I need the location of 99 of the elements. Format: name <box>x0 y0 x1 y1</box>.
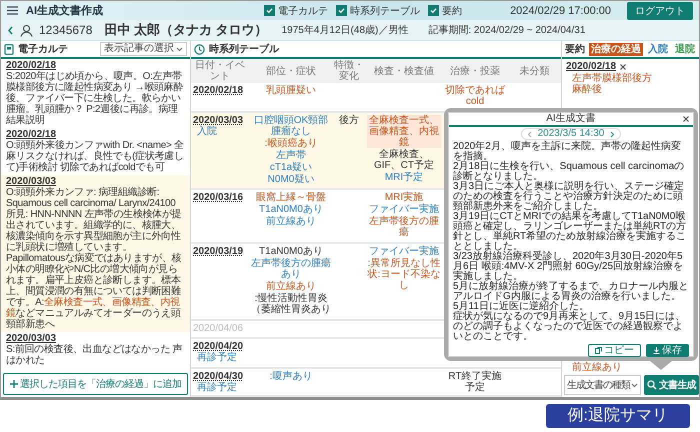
summary-item: 前立線あり <box>572 362 622 373</box>
row-date: 2020/04/30 <box>193 371 244 382</box>
chart-record-icon <box>4 44 14 54</box>
remove-button[interactable] <box>620 64 626 70</box>
entry-date: 2020/02/18 <box>6 129 58 140</box>
event-label: 再診予定 <box>196 382 237 394</box>
plus-icon <box>10 380 18 388</box>
checkbox-label: 要約 <box>442 4 462 18</box>
panel-title: 時系列テーブル <box>209 42 279 56</box>
panel-title: 電子カルテ <box>18 42 68 56</box>
patient-id: 12345678 <box>39 23 92 37</box>
menu-icon[interactable] <box>7 6 18 15</box>
column-header: 日付・イベント <box>194 60 246 82</box>
checkbox[interactable] <box>428 5 440 16</box>
entry-text: O:頭頸外来後カンファwith Dr. <name> 全麻リスクなければ、良性でも(症状考慮して)手術検討 切除であればcoldでも可 <box>6 140 185 173</box>
row-date: 2020/03/16 <box>193 192 244 204</box>
panel-title: 要約 <box>565 42 585 56</box>
finding-text: T1aN0M0あり <box>259 204 323 216</box>
chevron-down-icon <box>631 382 638 388</box>
generate-button[interactable]: 文書生成 <box>644 375 699 395</box>
finding-text: 左声帯 <box>276 150 306 161</box>
column-header: 検査・検査値 <box>373 66 435 76</box>
event-label: 入院 <box>196 126 217 137</box>
copy-icon <box>595 347 602 354</box>
caption-label: 例:退院サマリ <box>546 404 690 428</box>
finding-text: MRI実施 <box>384 192 424 204</box>
row-date: 2020/03/03 <box>193 114 244 126</box>
finding-text: 左声帯後方の腫瘍あり <box>251 258 331 280</box>
summary-tab[interactable]: 治療の経過 <box>589 42 643 56</box>
finding-text: :嗄声あり <box>270 371 312 382</box>
finding-text: 後方 <box>339 114 359 126</box>
record-entry[interactable]: 2020/02/18 O:頭頸外来後カンファwith Dr. <name> 全麻リスクなければ、良性でも(症状考慮して)手術検討 切除であればcoldでも可 <box>1 128 190 175</box>
finding-text: :慢性活動性胃炎（萎縮性胃炎あり <box>251 293 331 316</box>
record-entry[interactable]: 2020/02/18 S:2020年はじめ頃から、嗄声。O:左声帯膜様部後方に隆起性病変あり →喉頭麻酔後、ファイバー下に生検した。軟らかい腫瘤。乳頭腫か？ P:2週後に再診。病理結果説明 <box>1 59 190 128</box>
checkbox[interactable] <box>336 5 348 16</box>
finding-text: ファイバー実施 <box>369 246 439 258</box>
search-icon <box>647 380 657 390</box>
timeline-row[interactable]: 2020/04/30 再診予定 :嗄声あり RT終了実施予定 <box>191 369 561 397</box>
add-to-summary-button[interactable]: 選択した項目を「治療の経過」に追加 <box>3 373 188 395</box>
summary-tab[interactable]: 入院 <box>646 42 670 56</box>
checkbox[interactable] <box>264 5 276 16</box>
summary-date: 2020/02/18 <box>566 61 616 72</box>
entry-text: S:2020年はじめ頃から、嗄声。O:左声帯膜様部後方に隆起性病変あり →喉頭麻酔後、ファイバー下に生検した。軟らかい腫瘤。乳頭腫か？ P:2週後に再診。病理結果説明 <box>6 71 184 126</box>
clock-icon <box>194 44 205 54</box>
column-header: 未分類 <box>518 66 550 76</box>
filter-dropdown[interactable]: 表示記事の選択 <box>100 42 187 56</box>
finding-text: 左声帯後方の腫瘍 <box>368 216 440 238</box>
finding-text: 眼窩上縁～骨盤 <box>256 192 326 204</box>
finding-text: 切除であれば cold <box>445 85 505 107</box>
entry-text: O:頭頸外来カンファ: 病理組織診断: Squamous cell carcinoma/ Larynx/24100 所見: HNN-NNNN 左声帯の生検検体が提出されています。組織学的に、核腫大、核濃染傾向を示す異型細胞が主に外向性に乳頭状に増殖しています。Papillomatousな病変ではありますが、核小体の明瞭化やN/C比の増大傾向が見られます。扁平上皮癌と診断します。標本上、間質浸潤の有無については判断困難です。A:全麻検査一式、画像精査、内視鏡などマニュアルみてオーダーのうえ頭頸部新患へ <box>6 187 182 330</box>
event-label: 再診予定 <box>196 352 237 364</box>
current-datetime: 2024/02/29 17:00:00 <box>510 4 611 16</box>
record-period: 記事期間: 2024/02/29 ~ 2024/04/31 <box>428 24 586 37</box>
finding-text: ファイバー実施 <box>369 204 439 216</box>
back-icon[interactable] <box>7 26 14 34</box>
checkbox-label: 時系列テーブル <box>350 4 420 18</box>
finding-text: cT1a疑い <box>270 162 312 173</box>
patient-profile: 1975年4月12日(48歳)／男性 <box>282 24 408 37</box>
person-icon <box>20 24 33 36</box>
finding-text: 前立線あり <box>266 281 316 292</box>
finding-text: 口腔咽頭OK頸部腫瘤なし <box>252 114 330 137</box>
document-type-dropdown[interactable]: 生成文書の種類 <box>564 375 641 395</box>
column-header: 特徴・変化 <box>333 60 365 82</box>
close-icon <box>620 64 626 70</box>
finding-text: 全麻検査、GIF、CT予定 <box>373 148 435 171</box>
entry-date: 2020/02/18 <box>6 60 58 71</box>
checkbox-label: 電子カルテ <box>278 4 328 18</box>
summary-item: 麻酔後 <box>572 84 602 95</box>
finding-text: 前立線あり <box>266 216 316 228</box>
row-date: 2020/03/19 <box>193 246 244 258</box>
column-header: 部位・症状 <box>265 66 317 76</box>
app-title: AI生成文書作成 <box>26 4 103 18</box>
next-icon[interactable] <box>610 130 616 138</box>
entry-date: 2020/03/03 <box>6 333 56 344</box>
chevron-down-icon <box>176 46 183 52</box>
entry-date: 2020/03/03 <box>6 176 58 187</box>
finding-text: MRI予定 <box>384 172 424 183</box>
finding-text: 乳頭腫疑い <box>266 85 316 96</box>
download-icon <box>653 347 660 354</box>
close-icon <box>683 116 689 122</box>
finding-text: :異常所見なし性状:ヨード不染なし <box>367 258 441 292</box>
row-date: 2020/04/20 <box>193 341 244 352</box>
patient-name: 田中 太郎（タナカ タロウ） <box>104 21 268 39</box>
finding-text: 全麻検査一式、画像精査、内視鏡 <box>367 114 441 148</box>
finding-text: RT終了実施予定 <box>447 371 503 394</box>
close-button[interactable] <box>683 116 689 122</box>
copy-button[interactable]: コピー <box>588 344 641 357</box>
save-button[interactable]: 保存 <box>646 344 689 357</box>
row-date: 2020/04/06 <box>193 322 244 334</box>
logout-button[interactable]: ログアウト <box>627 2 693 20</box>
row-date: 2020/02/18 <box>193 85 244 96</box>
summary-item: 左声帯膜様部後方 <box>572 73 652 84</box>
record-entry[interactable]: 2020/03/03 S:前回の検査後、出血などはなかった 声はかれた <box>1 332 190 368</box>
finding-text: :喉頭癌あり <box>264 138 318 149</box>
entry-text: S:前回の検査後、出血などはなかった 声はかれた <box>6 344 184 366</box>
column-header: 治療・投薬 <box>449 66 501 76</box>
summary-tab[interactable]: 退院 <box>673 42 697 56</box>
finding-text: T1aN0M0あり <box>259 246 323 258</box>
finding-text: N0M0疑い <box>268 174 314 185</box>
